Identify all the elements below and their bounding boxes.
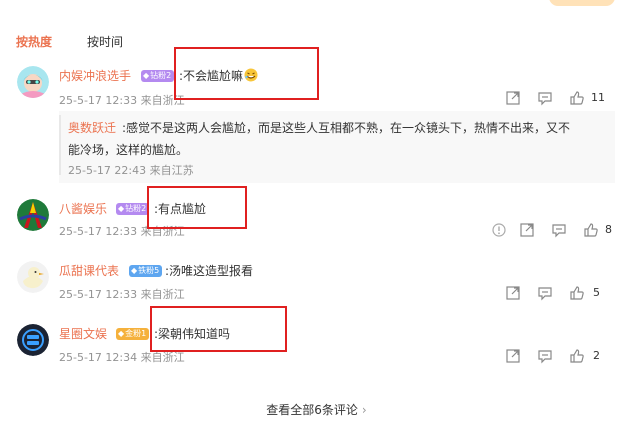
highlight-box xyxy=(147,186,247,229)
comment-text: :汤唯这造型报看 xyxy=(165,264,254,278)
comment-meta: 25-5-17 12:33 来自浙江 xyxy=(59,288,185,301)
highlight-box xyxy=(174,47,319,100)
share-icon[interactable] xyxy=(519,222,535,238)
badge-label: 铁粉5 xyxy=(138,266,160,275)
reply-text-line1: :感觉不是这两人会尴尬，而是这些人互相都不熟，在一众镜头下，热情不出来，又不 xyxy=(122,121,571,135)
comment-actions: 11 xyxy=(505,90,615,106)
comment-icon[interactable] xyxy=(537,90,553,106)
comment-username[interactable]: 星圈文娱 xyxy=(59,325,107,342)
comment-meta: 25-5-17 12:33 来自浙江 xyxy=(59,94,185,107)
like-icon[interactable] xyxy=(569,90,585,106)
fan-badge: ◆钻粉2 xyxy=(116,203,150,215)
fan-badge: ◆钻粉2 xyxy=(141,70,175,82)
avatar[interactable] xyxy=(17,324,49,356)
avatar[interactable] xyxy=(17,66,49,98)
diamond-icon: ◆ xyxy=(118,329,125,338)
like-icon[interactable] xyxy=(583,222,599,238)
chevron-right-icon: › xyxy=(361,403,367,417)
comment-actions: 8 xyxy=(491,222,615,238)
like-icon[interactable] xyxy=(569,285,585,301)
comment-actions: 5 xyxy=(505,285,615,301)
comment-icon[interactable] xyxy=(551,222,567,238)
like-count: 8 xyxy=(605,223,612,236)
diamond-icon: ◆ xyxy=(143,71,150,80)
like-count: 5 xyxy=(593,286,600,299)
comment-username[interactable]: 瓜甜课代表 xyxy=(59,262,119,279)
badge-label: 钻粉2 xyxy=(125,204,147,213)
highlight-box xyxy=(150,306,287,352)
share-icon[interactable] xyxy=(505,285,521,301)
reply-box: 奥数跃迁 :感觉不是这两人会尴尬，而是这些人互相都不熟，在一众镜头下，热情不出来… xyxy=(59,111,615,183)
top-action-pill[interactable] xyxy=(549,0,615,6)
like-count: 11 xyxy=(591,91,605,104)
avatar[interactable] xyxy=(17,199,49,231)
like-count: 2 xyxy=(593,349,600,362)
share-icon[interactable] xyxy=(505,90,521,106)
diamond-icon: ◆ xyxy=(131,266,138,275)
reply-text-line2: 能冷场，这样的尴尬。 xyxy=(68,143,189,157)
reply-username[interactable]: 奥数跃迁 xyxy=(68,119,116,136)
reply-meta: 25-5-17 22:43 来自江苏 xyxy=(68,164,194,177)
tab-by-time[interactable]: 按时间 xyxy=(87,33,123,50)
reply-divider xyxy=(59,115,61,175)
share-icon[interactable] xyxy=(505,348,521,364)
view-all-label: 查看全部6条评论 xyxy=(266,403,358,417)
badge-label: 钻粉2 xyxy=(150,71,172,80)
like-icon[interactable] xyxy=(569,348,585,364)
tab-by-heat[interactable]: 按热度 xyxy=(16,33,52,50)
comment-username[interactable]: 八酱娱乐 xyxy=(59,200,107,217)
diamond-icon: ◆ xyxy=(118,204,125,213)
comment-icon[interactable] xyxy=(537,348,553,364)
comment-username[interactable]: 内娱冲浪选手 xyxy=(59,67,131,84)
fan-badge: ◆铁粉5 xyxy=(129,265,163,277)
avatar[interactable] xyxy=(17,261,49,293)
comment-actions: 2 xyxy=(505,348,615,364)
report-icon[interactable] xyxy=(491,222,507,238)
fan-badge: ◆金粉1 xyxy=(116,328,150,340)
comment-icon[interactable] xyxy=(537,285,553,301)
badge-label: 金粉1 xyxy=(125,329,147,338)
view-all-comments-link[interactable]: 查看全部6条评论 › xyxy=(0,401,633,418)
